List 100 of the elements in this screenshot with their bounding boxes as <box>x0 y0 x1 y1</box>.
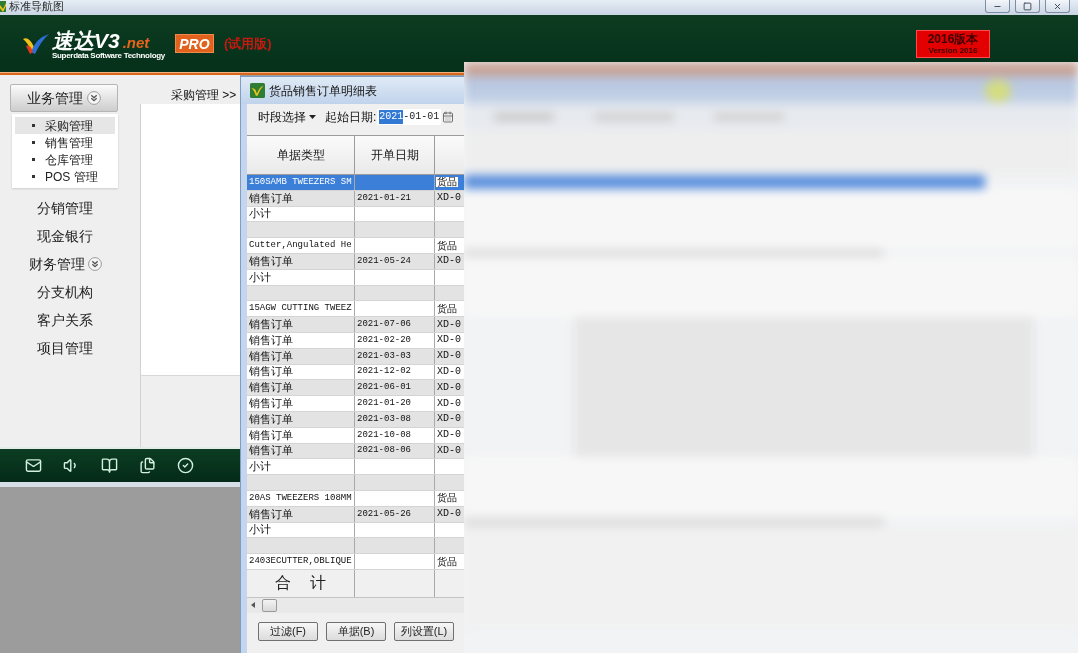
column-header[interactable]: 开单日期 <box>355 136 435 174</box>
scroll-left-icon[interactable] <box>251 602 255 609</box>
table-cell: 小计 <box>249 524 271 536</box>
caret-icon <box>309 115 316 119</box>
table-cell: 小计 <box>249 208 271 220</box>
table-row[interactable]: 销售订单 2021-06-01 XD-0 <box>247 380 464 397</box>
table-cell: 销售订单 <box>249 319 293 331</box>
menu-item[interactable]: 财务管理 <box>0 250 130 278</box>
table-cell: 货品 <box>436 303 458 314</box>
table-cell: 销售订单 <box>249 192 293 204</box>
table-cell: 2021-03-08 <box>357 414 411 424</box>
table-cell: XD-0 <box>436 193 462 204</box>
table-cell: 2021-06-01 <box>357 383 411 393</box>
double-chevron-icon[interactable] <box>87 91 101 105</box>
period-dropdown[interactable]: 时段选择 <box>258 108 316 126</box>
window-title: 标准导航图 <box>9 0 64 13</box>
table-cell: 销售订单 <box>249 366 293 378</box>
table-cell: 2021-12-02 <box>357 367 411 377</box>
table-cell: 15AGW CUTTING TWEEZ <box>249 304 352 314</box>
table-cell: XD-0 <box>436 256 462 267</box>
logo-text: 速达V3 <box>52 30 120 51</box>
start-date-label: 起始日期: <box>325 109 377 126</box>
table-cell: 2021-01-20 <box>357 399 411 409</box>
table-cell: 销售订单 <box>249 508 293 520</box>
table-row[interactable]: 销售订单 2021-07-06 XD-0 <box>247 317 464 333</box>
mail-icon[interactable] <box>25 457 42 474</box>
double-chevron-icon[interactable] <box>87 257 102 271</box>
table-cell: 2021-02-20 <box>357 335 411 345</box>
column-header[interactable]: 单据类型 <box>247 136 355 174</box>
table-cell: 货品 <box>436 556 458 567</box>
table-cell: XD-0 <box>436 445 462 456</box>
table-cell: XD-0 <box>436 351 462 362</box>
table-cell: 销售订单 <box>249 350 293 362</box>
table-cell: XD-0 <box>436 335 462 346</box>
app-icon <box>250 83 265 98</box>
table-cell: 2021-05-26 <box>357 509 411 519</box>
total-label: 合 计 <box>275 573 334 594</box>
menu-group-button[interactable]: 业务管理 <box>10 84 118 112</box>
table-cell: 2021-08-06 <box>357 446 411 456</box>
menu-item[interactable]: 分支机构 <box>0 278 130 306</box>
edition-badge: PRO <box>174 34 214 53</box>
table-cell: 2021-01-21 <box>357 193 411 203</box>
table-cell: 货品 <box>436 240 458 251</box>
maximize-icon <box>1023 1 1032 11</box>
table-cell: 小计 <box>249 271 271 283</box>
table-cell: 20AS TWEEZERS 108MM <box>249 493 352 503</box>
bullet-icon <box>32 124 35 127</box>
table-row[interactable]: 小计 <box>247 459 464 476</box>
table-row[interactable]: 销售订单 2021-01-20 XD-0 <box>247 396 464 412</box>
table-row[interactable]: 2403ECUTTER,OBLIQUE 货品 <box>247 554 464 570</box>
bullet-icon <box>32 175 35 178</box>
menu-item[interactable]: 现金银行 <box>0 222 130 250</box>
table-cell: 2021-10-08 <box>357 430 411 440</box>
table-cell: XD-0 <box>436 414 462 425</box>
table-cell: 2021-05-24 <box>357 256 411 266</box>
documents-icon[interactable] <box>139 457 156 474</box>
table-cell: 销售订单 <box>249 413 293 425</box>
logo-icon <box>22 32 50 55</box>
bullet-icon <box>32 141 35 144</box>
table-cell: 销售订单 <box>249 445 293 457</box>
breadcrumb: 采购管理 >> <box>171 88 237 102</box>
logo-suffix: .net <box>122 35 150 50</box>
version-subtitle: Version 2016 <box>928 45 978 55</box>
menu-item[interactable]: 客户关系 <box>0 306 130 334</box>
table-cell: 销售订单 <box>249 255 293 267</box>
calendar-icon[interactable] <box>442 111 455 123</box>
table-cell: 2403ECUTTER,OBLIQUE <box>249 557 352 566</box>
check-circle-icon[interactable] <box>177 457 194 474</box>
date-field[interactable]: 2021-01-01 <box>377 109 442 125</box>
close-button[interactable] <box>1045 0 1070 13</box>
table-cell: XD-0 <box>436 398 462 409</box>
scrollbar-thumb[interactable] <box>262 598 277 612</box>
bullet-icon <box>32 158 35 161</box>
menu-item[interactable]: 项目管理 <box>0 334 130 362</box>
table-row[interactable]: 150SAMB TWEEZERS SM 货品 <box>247 175 464 191</box>
table-cell: XD-0 <box>436 382 462 393</box>
table-cell: Cutter,Angulated He <box>249 241 352 251</box>
table-cell: 销售订单 <box>249 382 293 394</box>
dialog-button[interactable]: 列设置(L) <box>394 621 454 641</box>
table-cell: 销售订单 <box>249 398 293 410</box>
submenu-item[interactable]: 采购管理 <box>15 117 115 134</box>
table-cell: 货品 <box>436 177 458 188</box>
table-cell: 150SAMB TWEEZERS SM <box>249 177 352 187</box>
dialog-button[interactable]: 过滤(F) <box>258 621 318 641</box>
dialog-button[interactable]: 单据(B) <box>326 621 386 641</box>
open-book-icon[interactable] <box>101 457 118 474</box>
table-cell: XD-0 <box>436 366 462 377</box>
table-row[interactable]: Cutter,Angulated He 货品 <box>247 238 464 254</box>
version-title: 2016版本 <box>927 32 979 46</box>
app-icon <box>0 1 6 12</box>
table-cell: XD-0 <box>436 430 462 441</box>
maximize-button[interactable] <box>1015 0 1040 13</box>
minimize-button[interactable] <box>985 0 1010 13</box>
table-row[interactable]: 15AGW CUTTING TWEEZ 货品 <box>247 301 464 318</box>
trial-label: (试用版) <box>223 34 272 53</box>
table-cell: 销售订单 <box>249 429 293 441</box>
table-cell: 2021-07-06 <box>357 320 411 330</box>
menu-item[interactable]: 分销管理 <box>0 194 130 222</box>
table-cell: 销售订单 <box>249 334 293 346</box>
table-cell: 小计 <box>249 461 271 473</box>
